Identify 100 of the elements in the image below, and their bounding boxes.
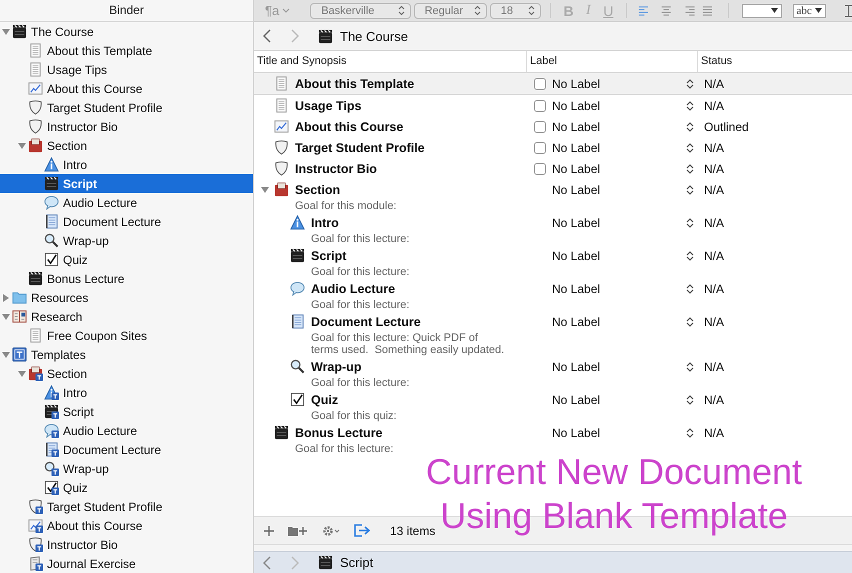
binder-item[interactable]: Section [0, 136, 253, 155]
checkbox[interactable] [534, 120, 546, 132]
notepad-icon [290, 314, 305, 329]
outline-row[interactable]: About this Course No Label Outlined [254, 116, 852, 137]
export-arrow-icon[interactable] [354, 524, 372, 537]
binder-item[interactable]: Resources [0, 288, 253, 307]
document-title: The Course [340, 28, 408, 44]
column-header[interactable]: Title and Synopsis [254, 51, 526, 72]
highlight-color-well[interactable]: abc [792, 4, 826, 18]
add-icon[interactable] [264, 526, 274, 536]
back-icon[interactable] [262, 29, 272, 43]
status-value: N/A [704, 282, 724, 296]
outline-row[interactable]: Wrap-up Goal for this lecture: No Label N/A [254, 356, 852, 389]
label-value: No Label [552, 216, 602, 230]
caret-icon [282, 8, 290, 14]
disclosure-triangle[interactable] [1, 312, 11, 322]
magnifier-icon [44, 233, 59, 248]
font-family-select[interactable]: Baskerville [310, 2, 411, 18]
outline-row[interactable]: Intro Goal for this lecture: No Label N/A [254, 212, 852, 245]
row-title: Script [311, 248, 346, 262]
updown-icon[interactable] [686, 100, 694, 112]
status-value: Outlined [704, 120, 749, 134]
binder-item[interactable]: Journal Exercise [0, 554, 253, 573]
checkbox[interactable] [534, 162, 546, 174]
binder-item[interactable]: Usage Tips [0, 60, 253, 79]
disclosure-triangle[interactable] [1, 292, 11, 302]
binder-item[interactable]: Wrap-up [0, 459, 253, 478]
template-icon [12, 347, 27, 362]
binder-item[interactable]: About this Template [0, 41, 253, 60]
outline-row[interactable]: Quiz Goal for this quiz: No Label N/A [254, 389, 852, 422]
binder-item[interactable]: Audio Lecture [0, 421, 253, 440]
binder-item[interactable]: Free Coupon Sites [0, 326, 253, 345]
row-title: Document Lecture [311, 314, 421, 328]
outline-row[interactable]: Target Student Profile No Label N/A [254, 137, 852, 158]
updown-icon[interactable] [686, 394, 694, 406]
updown-icon [528, 5, 536, 16]
outline-row[interactable]: Document Lecture Goal for this lecture: Quick PDF of terms used. Something easily updated. No Label N/A [254, 311, 852, 356]
outline-row[interactable]: Instructor Bio No Label N/A [254, 158, 852, 179]
disclosure-triangle[interactable] [1, 350, 11, 360]
binder-item[interactable]: Bonus Lecture [0, 269, 253, 288]
row-title: About this Template [295, 76, 414, 90]
checkmark-icon [290, 392, 305, 407]
binder-item[interactable]: Audio Lecture [0, 193, 253, 212]
updown-icon[interactable] [686, 184, 694, 196]
binder-item[interactable]: Target Student Profile [0, 497, 253, 516]
disclosure-triangle[interactable] [17, 368, 27, 378]
binder-item[interactable]: Intro [0, 383, 253, 402]
font-size-select[interactable]: 18 [490, 2, 542, 18]
binder-item[interactable]: Script [0, 174, 253, 193]
binder-item[interactable]: Templates [0, 345, 253, 364]
updown-icon[interactable] [686, 142, 694, 154]
binder-item[interactable]: Document Lecture [0, 212, 253, 231]
checkbox[interactable] [534, 142, 546, 154]
updown-icon[interactable] [686, 282, 694, 294]
binder-item[interactable]: Intro [0, 155, 253, 174]
binder-item[interactable]: Quiz [0, 478, 253, 497]
back-icon[interactable] [262, 556, 272, 570]
gear-icon[interactable] [322, 524, 340, 536]
line-spacing-icon[interactable] [844, 4, 852, 18]
outline-row[interactable]: About this Template No Label N/A [254, 72, 852, 95]
binder-item[interactable]: The Course [0, 22, 253, 41]
label-value: No Label [552, 140, 602, 154]
binder-item[interactable]: Research [0, 307, 253, 326]
document-icon [28, 62, 43, 77]
updown-icon[interactable] [686, 120, 694, 132]
outline-row[interactable]: Audio Lecture Goal for this lecture: No Label N/A [254, 278, 852, 311]
updown-icon[interactable] [686, 316, 694, 328]
align-icon[interactable] [659, 4, 674, 16]
disclosure-triangle[interactable] [1, 26, 11, 36]
row-title: Wrap-up [311, 360, 362, 374]
updown-icon[interactable] [686, 250, 694, 262]
binder-item[interactable]: Document Lecture [0, 440, 253, 459]
book-icon [274, 182, 289, 197]
binder-item[interactable]: Target Student Profile [0, 98, 253, 117]
binder-item[interactable]: Instructor Bio [0, 535, 253, 554]
annotation-text: Using Blank Template [440, 494, 788, 538]
binder-item[interactable]: Quiz [0, 250, 253, 269]
updown-icon[interactable] [686, 360, 694, 372]
checkbox[interactable] [534, 78, 546, 90]
binder-item[interactable]: Section [0, 364, 253, 383]
outline-row[interactable]: Section Goal for this module: No Label N/A [254, 179, 852, 212]
outline-row[interactable]: Script Goal for this lecture: No Label N/A [254, 245, 852, 278]
binder-item[interactable]: Script [0, 402, 253, 421]
updown-icon[interactable] [686, 216, 694, 228]
disclosure-triangle[interactable] [260, 184, 270, 194]
text-color-well[interactable] [742, 4, 782, 18]
updown-icon[interactable] [686, 78, 694, 90]
outline-row[interactable]: Usage Tips No Label N/A [254, 95, 852, 116]
checkbox[interactable] [534, 100, 546, 112]
status-value: N/A [704, 98, 724, 112]
binder-item[interactable]: Instructor Bio [0, 117, 253, 136]
binder-item[interactable]: About this Course [0, 516, 253, 535]
chart-icon [274, 119, 289, 134]
updown-icon[interactable] [686, 426, 694, 438]
updown-icon[interactable] [686, 162, 694, 174]
font-style-select[interactable]: Regular [414, 2, 487, 18]
binder-item[interactable]: Wrap-up [0, 231, 253, 250]
folder-plus-icon[interactable] [288, 526, 308, 536]
disclosure-triangle[interactable] [17, 140, 27, 150]
binder-item[interactable]: About this Course [0, 79, 253, 98]
